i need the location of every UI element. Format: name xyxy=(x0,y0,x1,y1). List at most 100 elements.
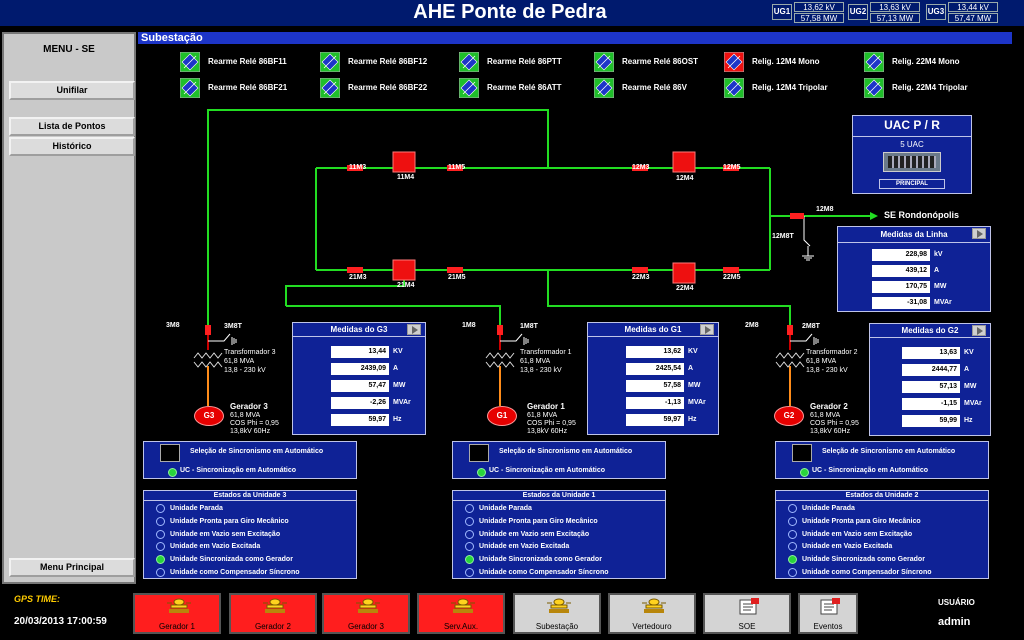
g1-measurements-title: Medidas do G1 xyxy=(624,325,682,334)
measurement-value: 59,97 xyxy=(331,414,389,426)
measurement-unit: MVAr xyxy=(964,400,982,407)
sync-selector-icon[interactable] xyxy=(160,444,180,462)
transformer-3-rating: 61,8 MVA xyxy=(224,358,255,365)
label-22m5: 22M5 xyxy=(723,274,741,281)
state-indicator xyxy=(465,529,474,539)
reset-button-icon[interactable] xyxy=(319,51,341,73)
sync-selector-label: Seleção de Sincronismo em Automático xyxy=(822,448,956,455)
unit-state-label: Unidade como Compensador Síncrono xyxy=(479,569,609,576)
generator-3-spec: 13,8kV 60Hz xyxy=(230,428,271,435)
unit-state-label: Unidade em Vazio sem Excitação xyxy=(802,530,913,538)
gerador-1-button[interactable]: Gerador 1 xyxy=(133,593,221,634)
label-12m4: 12M4 xyxy=(676,175,694,182)
generator-2-spec: 13,8kV 60Hz xyxy=(810,428,851,435)
unit-states-panel-u2: Estados da Unidade 2 Unidade Parada Unida… xyxy=(775,490,989,579)
serv-aux-button[interactable]: Serv.Aux. xyxy=(417,593,505,634)
sync-selector-icon[interactable] xyxy=(792,444,812,462)
measurement-value: 228,98 xyxy=(872,249,930,261)
gerador-3-button[interactable]: Gerador 3 xyxy=(322,593,410,634)
alarm-bell-icon xyxy=(547,598,571,613)
unit-states-panel-u3: Estados da Unidade 3 Unidade Parada Unida… xyxy=(143,490,357,579)
reset-button-label: Relig. 22M4 Tripolar xyxy=(892,83,968,92)
reset-button-label: Rearme Relé 86BF11 xyxy=(208,57,287,66)
unit-state-item: Unidade Parada xyxy=(154,504,344,514)
reset-button-label: Rearme Relé 86V xyxy=(622,83,687,92)
measurement-row: 57,13 MW xyxy=(902,381,1002,393)
eventos-button[interactable]: Eventos xyxy=(798,593,858,634)
transformer-1-name: Transformador 1 xyxy=(520,349,572,356)
measurement-value: 13,44 xyxy=(331,346,389,358)
measurement-value: 13,63 xyxy=(902,347,960,359)
reset-button-icon[interactable] xyxy=(593,51,615,73)
line-measurements-panel: Medidas da Linha 228,98 kV 439,12 A 170,75 MW… xyxy=(837,226,991,312)
expand-arrow-icon[interactable] xyxy=(700,324,714,335)
reset-button-icon[interactable] xyxy=(319,77,341,99)
label-12m8: 12M8 xyxy=(816,206,834,213)
user-label: USUÁRIO xyxy=(938,598,975,607)
measurement-unit: MVAr xyxy=(393,399,411,406)
unit-state-item: Unidade como Compensador Síncrono xyxy=(463,568,653,578)
label-12m3: 12M3 xyxy=(632,164,650,171)
reset-button-icon[interactable] xyxy=(723,77,745,99)
soe-button[interactable]: SOE xyxy=(703,593,791,634)
generator-2-symbol[interactable]: G2 xyxy=(774,406,804,426)
reset-button-icon[interactable] xyxy=(863,77,885,99)
reset-button-icon[interactable] xyxy=(179,51,201,73)
state-indicator xyxy=(465,516,474,526)
reset-button-icon[interactable] xyxy=(179,77,201,99)
label-21m5: 21M5 xyxy=(448,274,466,281)
unit-state-label: Unidade em Vazio Excitada xyxy=(479,543,570,551)
sync-status-label: UC - Sincronização em Automático xyxy=(180,467,297,474)
state-indicator xyxy=(788,516,797,526)
footer-button-label: Eventos xyxy=(813,622,843,631)
unit-state-item: Unidade em Vazio sem Excitação xyxy=(786,529,976,540)
sync-panel-u3: Seleção de Sincronismo em Automático UC … xyxy=(143,441,357,479)
measurement-value: -31,08 xyxy=(872,297,930,309)
reset-button-icon[interactable] xyxy=(723,51,745,73)
uac-panel[interactable]: UAC P / R 5 UAC PRINCIPAL xyxy=(852,115,972,194)
state-indicator xyxy=(156,504,165,513)
gerador-2-button[interactable]: Gerador 2 xyxy=(229,593,317,634)
subestacao-button[interactable]: Subestação xyxy=(513,593,601,634)
footer-button-label: Serv.Aux. xyxy=(443,622,479,631)
unit-state-label: Unidade como Compensador Síncrono xyxy=(170,569,300,576)
g3-measurements-panel: Medidas do G3 13,44 KV 2439,09 A 57,47 MW -2,2… xyxy=(292,322,426,435)
expand-arrow-icon[interactable] xyxy=(972,325,986,336)
measurement-row: -1,13 MVAr xyxy=(626,397,726,409)
transformer-3-name: Transformador 3 xyxy=(224,349,276,356)
g3-measurements-header: Medidas do G3 xyxy=(293,323,425,337)
generator-1-pf: COS Phi = 0,95 xyxy=(527,420,576,427)
generator-3-rating: 61,8 MVA xyxy=(230,412,261,419)
measurement-unit: Hz xyxy=(964,417,973,424)
user-value: admin xyxy=(938,616,971,628)
vertedouro-button[interactable]: Vertedouro xyxy=(608,593,696,634)
expand-arrow-icon[interactable] xyxy=(407,324,421,335)
unit-state-label: Unidade em Vazio Excitada xyxy=(170,543,261,551)
expand-arrow-icon[interactable] xyxy=(972,228,986,239)
label-21m3: 21M3 xyxy=(349,274,367,281)
reset-button-icon[interactable] xyxy=(863,51,885,73)
unit-state-label: Unidade Pronta para Giro Mecânico xyxy=(170,517,289,525)
generator-2-rating: 61,8 MVA xyxy=(810,412,841,419)
unit-state-label: Unidade em Vazio sem Excitação xyxy=(170,530,281,538)
g1-measurements-header: Medidas do G1 xyxy=(588,323,718,337)
alarm-bell-icon xyxy=(263,598,287,613)
reset-button-icon[interactable] xyxy=(593,77,615,99)
measurement-value: 59,97 xyxy=(626,414,684,426)
generator-1-symbol[interactable]: G1 xyxy=(487,406,517,426)
state-indicator xyxy=(156,568,165,577)
reset-button-icon[interactable] xyxy=(458,51,480,73)
sync-status-indicator xyxy=(168,468,177,477)
sync-selector-icon[interactable] xyxy=(469,444,489,462)
reset-button-icon[interactable] xyxy=(458,77,480,99)
alarm-bell-icon xyxy=(356,598,380,613)
reset-button-label: Relig. 12M4 Mono xyxy=(752,57,820,66)
generator-3-symbol[interactable]: G3 xyxy=(194,406,224,426)
transformer-1-rating: 61,8 MVA xyxy=(520,358,551,365)
measurement-unit: KV xyxy=(964,349,974,356)
measurement-value: 439,12 xyxy=(872,265,930,277)
unit-states-panel-u1: Estados da Unidade 1 Unidade Parada Unida… xyxy=(452,490,666,579)
measurement-unit: MW xyxy=(393,382,406,389)
unit-state-item: Unidade Pronta para Giro Mecânico xyxy=(154,516,344,527)
measurement-value: 2425,54 xyxy=(626,363,684,375)
